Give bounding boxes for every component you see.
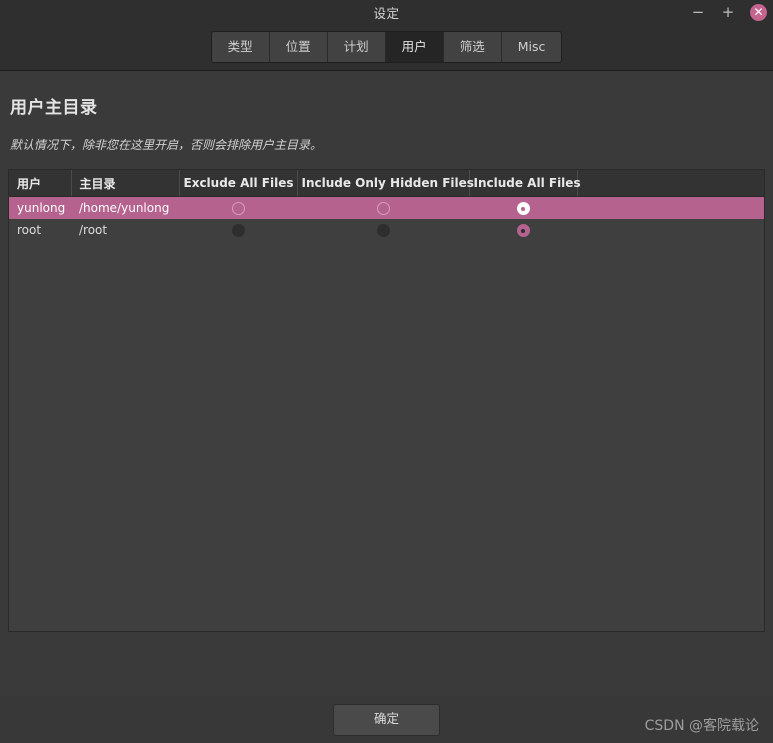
table-row[interactable]: root /root [9, 219, 764, 241]
tab-location[interactable]: 位置 [269, 32, 328, 62]
window-controls: − + ✕ [690, 0, 767, 24]
radio-exclude-all[interactable] [231, 224, 245, 237]
page-title: 用户主目录 [10, 98, 98, 118]
window-titlebar: 设定 − + ✕ [0, 0, 773, 24]
user-home-table: 用户 主目录 Exclude All Files Include Only Hi… [9, 170, 764, 241]
column-header-home[interactable]: 主目录 [71, 170, 180, 197]
column-header-include-hidden[interactable]: Include Only Hidden Files [297, 170, 474, 197]
settings-tabbar: 类型 位置 计划 用户 筛选 Misc [210, 31, 563, 63]
close-icon[interactable]: ✕ [750, 3, 767, 21]
cell-home: /root [79, 223, 108, 237]
settings-content: 用户主目录 默认情况下，除非您在这里开启，否则会排除用户主目录。 用户 主目录 … [0, 71, 773, 696]
window-title: 设定 [373, 5, 400, 21]
maximize-icon[interactable]: + [720, 4, 736, 20]
radio-exclude-all[interactable] [231, 202, 245, 215]
radio-include-all[interactable] [516, 224, 530, 237]
table-row[interactable]: yunlong /home/yunlong [9, 196, 764, 220]
cell-include-hidden[interactable] [297, 197, 469, 220]
cell-filler [577, 219, 764, 241]
table-header-row: 用户 主目录 Exclude All Files Include Only Hi… [9, 170, 764, 197]
cell-filler [577, 197, 764, 220]
cell-user: root [17, 223, 42, 237]
tab-filter[interactable]: 筛选 [443, 32, 502, 62]
user-home-table-panel: 用户 主目录 Exclude All Files Include Only Hi… [8, 169, 765, 632]
column-header-user[interactable]: 用户 [9, 170, 72, 197]
tabbar-container: 类型 位置 计划 用户 筛选 Misc [0, 24, 773, 71]
cell-include-all[interactable] [469, 219, 577, 241]
page-description: 默认情况下，除非您在这里开启，否则会排除用户主目录。 [10, 138, 323, 152]
tab-schedule[interactable]: 计划 [327, 32, 386, 62]
minimize-icon[interactable]: − [690, 4, 706, 20]
tab-misc[interactable]: Misc [501, 32, 562, 62]
cell-include-all[interactable] [469, 197, 577, 220]
tab-users[interactable]: 用户 [385, 32, 444, 62]
column-header-filler [577, 170, 764, 197]
cell-exclude-all[interactable] [179, 197, 297, 220]
watermark-text: CSDN @客院载论 [644, 718, 759, 734]
cell-user: yunlong [17, 201, 66, 215]
dialog-footer: 确定 CSDN @客院载论 [0, 696, 773, 743]
column-header-include-all[interactable]: Include All Files [469, 170, 581, 197]
cell-home: /home/yunlong [79, 201, 170, 215]
column-header-exclude-all[interactable]: Exclude All Files [179, 170, 298, 197]
cell-exclude-all[interactable] [179, 219, 297, 241]
tab-type[interactable]: 类型 [211, 32, 270, 62]
cell-include-hidden[interactable] [297, 219, 469, 241]
radio-include-only-hidden[interactable] [376, 202, 390, 215]
table-body: yunlong /home/yunlong root /root [9, 196, 764, 242]
radio-include-only-hidden[interactable] [376, 224, 390, 237]
ok-button[interactable]: 确定 [333, 703, 440, 736]
radio-include-all[interactable] [516, 202, 530, 215]
